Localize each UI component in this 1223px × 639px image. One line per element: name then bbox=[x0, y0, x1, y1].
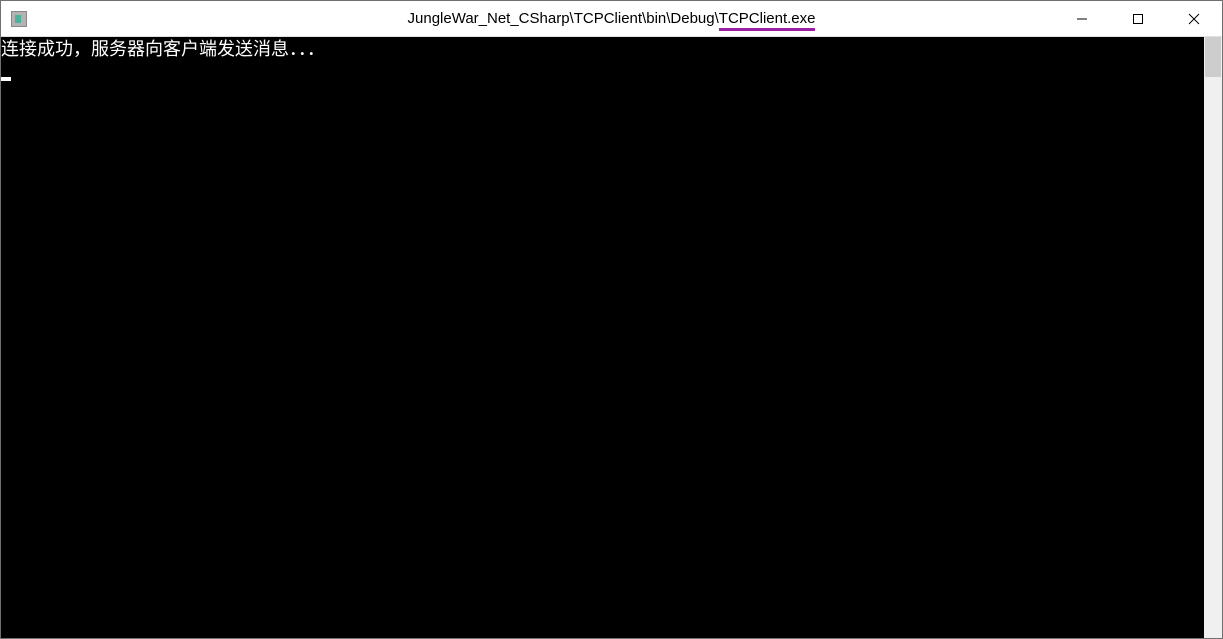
close-icon bbox=[1188, 13, 1200, 25]
scrollbar-thumb[interactable] bbox=[1205, 37, 1221, 77]
title-path: JungleWar_Net_CSharp\TCPClient\bin\Debug… bbox=[408, 10, 719, 27]
vertical-scrollbar[interactable] bbox=[1204, 37, 1222, 638]
console-output[interactable]: 连接成功，服务器向客户端发送消息．．． bbox=[1, 37, 1204, 638]
window-title: JungleWar_Net_CSharp\TCPClient\bin\Debug… bbox=[408, 10, 816, 27]
window-controls bbox=[1054, 1, 1222, 36]
console-window: JungleWar_Net_CSharp\TCPClient\bin\Debug… bbox=[0, 0, 1223, 639]
maximize-icon bbox=[1132, 13, 1144, 25]
title-exe-highlighted: TCPClient.exe bbox=[719, 10, 816, 31]
maximize-button[interactable] bbox=[1110, 1, 1166, 36]
minimize-icon bbox=[1076, 13, 1088, 25]
console-line: 连接成功，服务器向客户端发送消息．．． bbox=[1, 39, 325, 60]
minimize-button[interactable] bbox=[1054, 1, 1110, 36]
titlebar[interactable]: JungleWar_Net_CSharp\TCPClient\bin\Debug… bbox=[1, 1, 1222, 37]
close-button[interactable] bbox=[1166, 1, 1222, 36]
text-cursor bbox=[1, 77, 11, 81]
app-icon bbox=[11, 11, 27, 27]
console-area: 连接成功，服务器向客户端发送消息．．． bbox=[1, 37, 1222, 638]
